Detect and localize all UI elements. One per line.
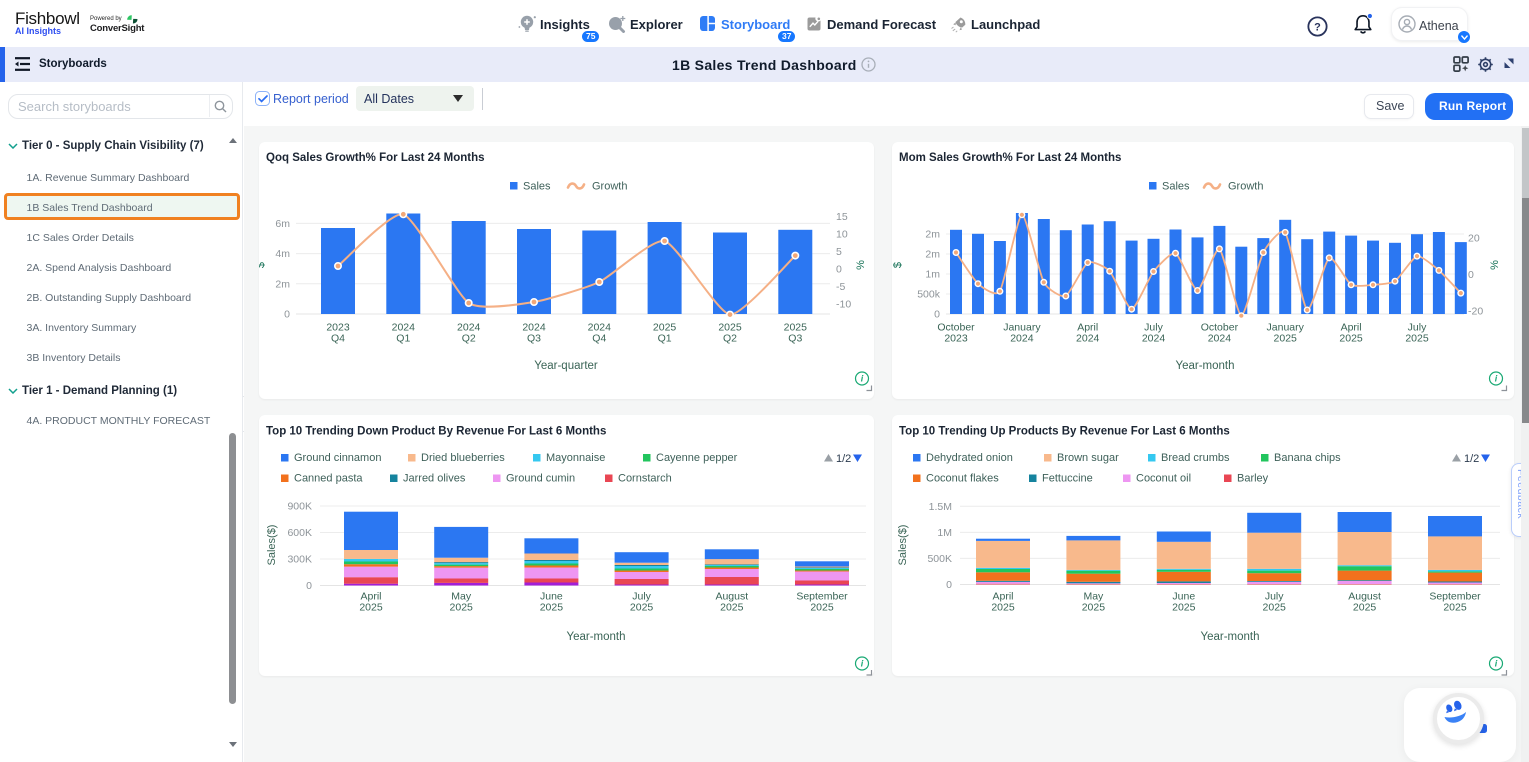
svg-text:15: 15 (836, 211, 848, 223)
svg-text:2024: 2024 (1142, 333, 1166, 345)
svg-text:2025: 2025 (359, 602, 383, 614)
svg-text:2m: 2m (925, 249, 940, 261)
svg-text:0: 0 (306, 580, 312, 592)
svg-text:2025: 2025 (1274, 333, 1298, 345)
svg-text:-10: -10 (836, 298, 851, 310)
svg-text:4m: 4m (275, 248, 290, 260)
svg-text:2025: 2025 (1172, 602, 1196, 614)
svg-text:Cayenne pepper: Cayenne pepper (656, 452, 738, 464)
svg-text:-5: -5 (836, 281, 845, 293)
svg-text:Mayonnaise: Mayonnaise (546, 452, 605, 464)
svg-text:Canned pasta: Canned pasta (294, 473, 363, 485)
svg-text:Sales: Sales (523, 181, 551, 193)
svg-text:2024: 2024 (1076, 333, 1100, 345)
svg-text:Coconut flakes: Coconut flakes (926, 473, 999, 485)
svg-text:1.5M: 1.5M (929, 501, 952, 513)
svg-text:$: $ (892, 262, 904, 268)
svg-text:500k: 500k (917, 289, 941, 301)
svg-text:0: 0 (946, 579, 952, 591)
svg-text:600K: 600K (287, 527, 312, 539)
svg-text:Year-month: Year-month (1200, 631, 1259, 643)
svg-text:1/2: 1/2 (836, 453, 851, 465)
svg-text:Q1: Q1 (658, 333, 672, 345)
svg-text:Mom Sales Growth% For Last 24: Mom Sales Growth% For Last 24 Months (899, 152, 1121, 164)
svg-text:Top 10 Trending Up Products By: Top 10 Trending Up Products By Revenue F… (899, 426, 1230, 438)
svg-text:20: 20 (1468, 233, 1480, 245)
svg-text:2025: 2025 (1443, 602, 1467, 614)
svg-text:Brown sugar: Brown sugar (1057, 452, 1119, 464)
svg-text:2024: 2024 (1010, 333, 1034, 345)
svg-text:Top 10 Trending Down Product B: Top 10 Trending Down Product By Revenue … (266, 426, 606, 438)
svg-text:i: i (861, 374, 864, 384)
svg-text:Ground cumin: Ground cumin (506, 473, 575, 485)
svg-text:Ground cinnamon: Ground cinnamon (294, 452, 381, 464)
svg-text:2023: 2023 (944, 333, 968, 345)
svg-text:0: 0 (836, 263, 842, 275)
svg-text:1/2: 1/2 (1464, 453, 1479, 465)
svg-text:0: 0 (934, 309, 940, 321)
svg-text:300K: 300K (287, 554, 312, 566)
svg-text:Sales: Sales (1162, 181, 1190, 193)
svg-text:Sales($): Sales($) (897, 525, 909, 566)
svg-text:0: 0 (1468, 269, 1474, 281)
svg-text:Barley: Barley (1237, 473, 1269, 485)
svg-text:2025: 2025 (991, 602, 1015, 614)
svg-text:2025: 2025 (450, 602, 474, 614)
svg-text:Q3: Q3 (788, 333, 802, 345)
svg-text:Q2: Q2 (723, 333, 737, 345)
svg-text:2025: 2025 (720, 602, 744, 614)
svg-text:Q4: Q4 (331, 333, 345, 345)
svg-text:10: 10 (836, 228, 848, 240)
svg-text:2024: 2024 (1208, 333, 1232, 345)
svg-text:Q3: Q3 (527, 333, 541, 345)
svg-text:2025: 2025 (540, 602, 564, 614)
svg-text:-20: -20 (1468, 306, 1483, 318)
svg-text:2m: 2m (925, 229, 940, 241)
svg-text:2025: 2025 (810, 602, 834, 614)
svg-text:Year-month: Year-month (1175, 360, 1234, 372)
svg-text:i: i (1495, 374, 1498, 384)
svg-text:500K: 500K (927, 553, 952, 565)
svg-text:Banana chips: Banana chips (1274, 452, 1341, 464)
svg-text:2025: 2025 (1082, 602, 1106, 614)
svg-text:Dehydrated onion: Dehydrated onion (926, 452, 1013, 464)
svg-text:2025: 2025 (1353, 602, 1377, 614)
svg-text:5: 5 (836, 246, 842, 258)
svg-text:Fettuccine: Fettuccine (1042, 473, 1093, 485)
svg-text:Cornstarch: Cornstarch (618, 473, 672, 485)
svg-text:$: $ (259, 262, 267, 268)
svg-text:2025: 2025 (630, 602, 654, 614)
svg-text:Growth: Growth (592, 181, 627, 193)
svg-text:Sales($): Sales($) (266, 525, 278, 566)
svg-text:2025: 2025 (1263, 602, 1287, 614)
svg-text:Q2: Q2 (462, 333, 476, 345)
svg-text:0: 0 (284, 309, 290, 321)
svg-text:6m: 6m (275, 218, 290, 230)
svg-text:900K: 900K (287, 501, 312, 513)
svg-text:Q4: Q4 (592, 333, 606, 345)
svg-text:Coconut oil: Coconut oil (1136, 473, 1191, 485)
svg-text:Q1: Q1 (396, 333, 410, 345)
svg-text:Year-month: Year-month (566, 631, 625, 643)
svg-text:%: % (1489, 260, 1501, 270)
svg-text:Year-quarter: Year-quarter (534, 360, 598, 372)
svg-text:Jarred olives: Jarred olives (403, 473, 466, 485)
svg-text:i: i (1495, 659, 1498, 669)
svg-text:1m: 1m (925, 269, 940, 281)
svg-text:Bread crumbs: Bread crumbs (1161, 452, 1230, 464)
svg-text:Qoq Sales Growth% For Last 24: Qoq Sales Growth% For Last 24 Months (266, 152, 485, 164)
svg-text:%: % (855, 260, 867, 270)
svg-text:2m: 2m (275, 278, 290, 290)
svg-text:Growth: Growth (1228, 181, 1263, 193)
svg-text:2025: 2025 (1405, 333, 1429, 345)
svg-text:i: i (861, 659, 864, 669)
svg-text:Dried blueberries: Dried blueberries (421, 452, 505, 464)
svg-text:2025: 2025 (1339, 333, 1363, 345)
svg-text:?: ? (1314, 22, 1321, 34)
svg-text:1M: 1M (937, 527, 952, 539)
